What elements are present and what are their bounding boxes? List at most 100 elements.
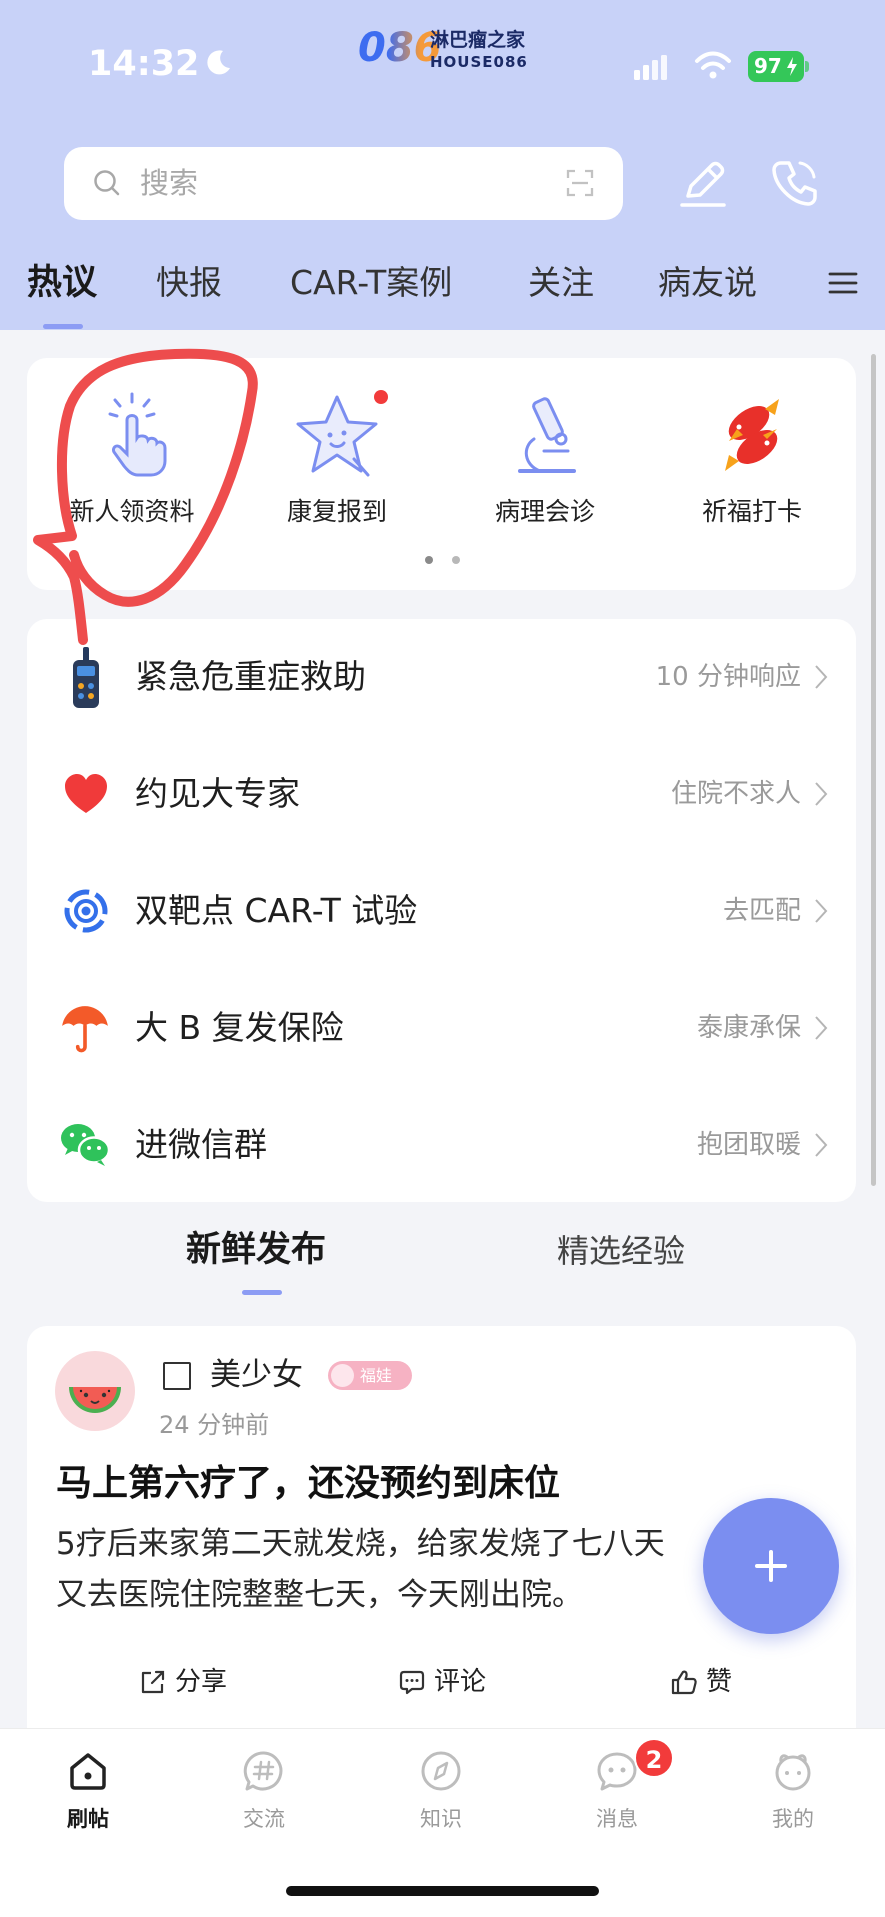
nav-label: 消息 (596, 1807, 638, 1831)
service-label: 约见大专家 (135, 774, 300, 813)
share-label: 分享 (174, 1667, 227, 1697)
service-label: 进微信群 (135, 1125, 267, 1164)
nav-item-knowledge[interactable]: 知识 (381, 1729, 501, 1849)
service-hint: 住院不求人 (670, 779, 801, 809)
tab-news[interactable]: 快报 (156, 261, 222, 305)
app-header: 14:32 086 淋巴瘤之家 HOUSE086 97 搜索 热议 快报 CAR… (0, 0, 885, 330)
tab-patient-stories[interactable]: 病友说 (658, 261, 757, 305)
service-row-wechat-group[interactable]: 进微信群 抱团取暖 (27, 1087, 856, 1204)
nav-item-profile[interactable]: 我的 (733, 1729, 853, 1849)
chevron-right-icon (815, 665, 828, 689)
plus-icon-vertical (769, 1550, 773, 1582)
home-indicator (286, 1886, 599, 1896)
search-placeholder: 搜索 (140, 166, 199, 200)
hashtag-chat-icon (243, 1751, 283, 1791)
heart-icon (65, 774, 107, 813)
feed-tab-indicator (242, 1290, 282, 1295)
quick-action-recovery-checkin[interactable]: 康复报到 (247, 358, 427, 538)
service-row-emergency[interactable]: 紧急危重症救助 10 分钟响应 (27, 619, 856, 736)
quick-action-label: 病理会诊 (494, 497, 595, 526)
service-hint: 去匹配 (722, 896, 801, 926)
menu-icon[interactable] (828, 268, 858, 298)
badge-doll-icon (331, 1364, 354, 1387)
service-row-insurance[interactable]: 大 B 复发保险 泰康承保 (27, 970, 856, 1087)
avatar[interactable] (55, 1351, 135, 1431)
quick-action-label: 康复报到 (286, 497, 387, 526)
service-hint: 抱团取暖 (696, 1130, 801, 1160)
service-hint: 泰康承保 (696, 1013, 801, 1043)
target-icon (64, 889, 108, 933)
microscope-icon (518, 397, 576, 473)
walkie-talkie-icon (73, 647, 99, 708)
tab-following[interactable]: 关注 (528, 261, 594, 305)
quick-action-label: 祈福打卡 (701, 497, 802, 526)
pencil-icon[interactable] (676, 156, 730, 210)
tab-cart-cases[interactable]: CAR-T案例 (290, 261, 452, 305)
moon-icon (207, 50, 230, 75)
battery-cap (805, 61, 809, 72)
nav-item-community[interactable]: 交流 (204, 1729, 324, 1849)
search-input[interactable]: 搜索 (64, 147, 623, 220)
like-label: 赞 (705, 1667, 732, 1697)
notification-dot (374, 390, 388, 404)
post-body-line: 又去医院住院整整七天，今天刚出院。 (56, 1577, 583, 1613)
pagination-dot-active (425, 556, 433, 564)
service-label: 紧急危重症救助 (135, 657, 366, 696)
tab-active-indicator (43, 324, 83, 329)
quick-action-prayer-checkin[interactable]: 祈福打卡 (662, 358, 842, 538)
user-badge: 福娃 (328, 1361, 412, 1390)
share-icon (141, 1670, 165, 1694)
post-time: 24 分钟前 (159, 1411, 270, 1439)
pagination-dot (452, 556, 460, 564)
post-body-line: 5疗后来家第二天就发烧，给家发烧了七八天 (56, 1526, 665, 1562)
signal-icon (634, 55, 667, 80)
logo-name: 淋巴瘤之家 (430, 29, 526, 51)
scan-icon[interactable] (566, 169, 594, 197)
badge-label: 福娃 (360, 1366, 393, 1385)
nav-label: 知识 (420, 1807, 462, 1831)
create-post-button[interactable] (703, 1498, 839, 1634)
service-row-expert[interactable]: 约见大专家 住院不求人 (27, 736, 856, 853)
checkbox[interactable] (163, 1362, 191, 1390)
chevron-right-icon (815, 899, 828, 923)
quick-action-pathology-consult[interactable]: 病理会诊 (455, 358, 635, 538)
service-label: 大 B 复发保险 (135, 1008, 344, 1047)
profile-face-icon (775, 1754, 811, 1791)
nav-item-feed[interactable]: 刷帖 (28, 1729, 148, 1849)
quick-action-new-user-materials[interactable]: 新人领资料 (42, 358, 222, 538)
comment-icon (399, 1670, 425, 1695)
feed-tab-featured[interactable]: 精选经验 (557, 1229, 685, 1273)
umbrella-icon (62, 1006, 108, 1053)
logo-mark: 086 (358, 25, 442, 71)
tap-hand-icon (108, 392, 167, 477)
quick-actions-card: 新人领资料 康复报到 病理会诊 祈福打卡 (27, 358, 856, 590)
message-face-icon (597, 1752, 637, 1791)
tab-hot[interactable]: 热议 (27, 261, 97, 305)
koi-fish-icon (725, 399, 779, 471)
battery-indicator: 97 (748, 51, 804, 82)
status-time: 14:32 (88, 44, 200, 84)
chevron-right-icon (815, 782, 828, 806)
post-title[interactable]: 马上第六疗了，还没预约到床位 (56, 1461, 560, 1507)
home-icon (70, 1753, 106, 1790)
wifi-icon (695, 51, 731, 79)
service-hint: 10 分钟响应 (655, 662, 801, 692)
post-author[interactable]: 美少女 (210, 1354, 303, 1396)
comment-label: 评论 (433, 1667, 486, 1697)
feed-tab-latest[interactable]: 新鲜发布 (186, 1228, 326, 1272)
service-row-cart-trial[interactable]: 双靶点 CAR-T 试验 去匹配 (27, 853, 856, 970)
scrollbar[interactable] (871, 354, 876, 1186)
phone-icon[interactable] (770, 158, 820, 208)
unread-badge: 2 (634, 1738, 674, 1778)
wechat-icon (61, 1124, 111, 1166)
chevron-right-icon (815, 1133, 828, 1157)
services-card: 紧急危重症救助 10 分钟响应 约见大专家 住院不求人 双靶点 CAR-T 试验… (27, 619, 856, 1202)
like-button[interactable]: 赞 (621, 1660, 781, 1704)
comment-button[interactable]: 评论 (362, 1660, 522, 1704)
share-button[interactable]: 分享 (103, 1660, 263, 1704)
nav-item-messages[interactable]: 2 消息 (557, 1729, 677, 1849)
charging-bolt-icon (787, 57, 797, 76)
thumbs-up-icon (671, 1670, 697, 1695)
logo-subtitle: HOUSE086 (430, 53, 528, 71)
nav-label: 交流 (243, 1807, 285, 1831)
